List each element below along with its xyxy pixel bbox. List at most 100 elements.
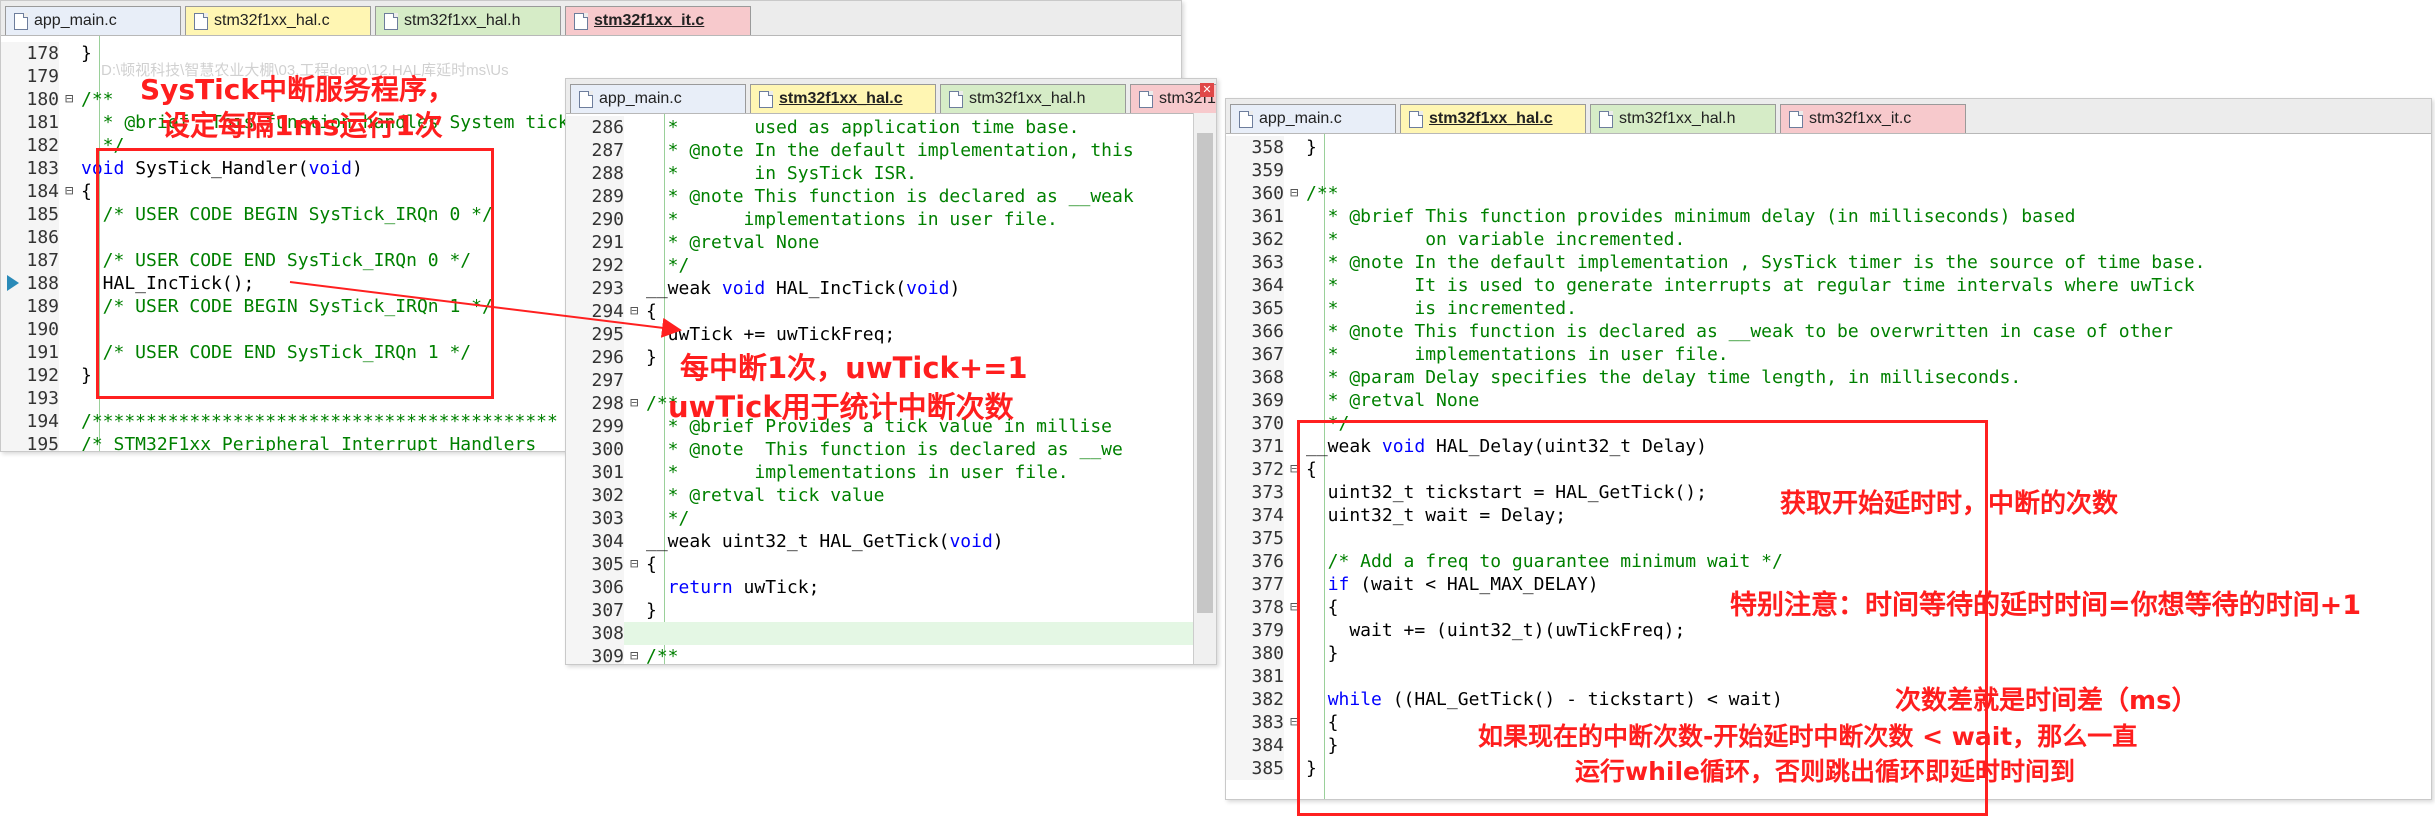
code-line[interactable]: 358}: [1226, 136, 2431, 159]
code-line[interactable]: 364 * It is used to generate interrupts …: [1226, 274, 2431, 297]
comment-token: /***************************************…: [81, 411, 558, 432]
code-line[interactable]: 293 __weak void HAL_IncTick(void): [566, 277, 1216, 300]
line-number: 189: [1, 295, 59, 318]
file-icon: [384, 12, 398, 30]
code-text: * implementations in user file.: [646, 461, 1069, 484]
code-line[interactable]: 309 ⊟/**: [566, 645, 1216, 665]
annotation-systick-title-2: 设定每隔1ms运行1次: [162, 109, 443, 142]
code-line[interactable]: 301 * implementations in user file.: [566, 461, 1216, 484]
file-icon: [1239, 110, 1253, 128]
line-number: 289: [566, 185, 624, 208]
code-text: }: [646, 346, 657, 369]
code-line[interactable]: 366 * @note This function is declared as…: [1226, 320, 2431, 343]
vertical-scrollbar[interactable]: [1193, 113, 1216, 664]
line-number: 375: [1226, 527, 1284, 550]
annotation-loop-desc-1: 如果现在的中断次数-开始延时中断次数 < wait，那么一直: [1478, 722, 2138, 751]
code-line[interactable]: 362 * on variable incremented.: [1226, 228, 2431, 251]
line-number: 298: [566, 392, 624, 415]
code-line[interactable]: 361 * @brief This function provides mini…: [1226, 205, 2431, 228]
line-number: 303: [566, 507, 624, 530]
code-line[interactable]: 359: [1226, 159, 2431, 182]
code-line[interactable]: 291 * @retval None: [566, 231, 1216, 254]
code-token: {: [646, 301, 657, 322]
code-line[interactable]: 300 * @note This function is declared as…: [566, 438, 1216, 461]
tab-stm32f1xx-hal-c[interactable]: stm32f1xx_hal.c: [185, 6, 371, 35]
tab-stm32f1xx-hal-h[interactable]: stm32f1xx_hal.h: [940, 84, 1126, 113]
fold-marker-icon[interactable]: ⊟: [630, 553, 644, 576]
code-token: }: [646, 600, 657, 621]
tab-stm32f1xx-hal-h[interactable]: stm32f1xx_hal.h: [375, 6, 561, 35]
line-number: 190: [1, 318, 59, 341]
code-line[interactable]: 287 * @note In the default implementatio…: [566, 139, 1216, 162]
comment-token: * It is used to generate interrupts at r…: [1306, 275, 2195, 296]
code-line[interactable]: 360 ⊟/**: [1226, 182, 2431, 205]
code-line[interactable]: 304 __weak uint32_t HAL_GetTick(void): [566, 530, 1216, 553]
annotation-get-start: 获取开始延时时，中断的次数: [1780, 489, 2119, 519]
line-number: 294: [566, 300, 624, 323]
code-line[interactable]: 295 uwTick += uwTickFreq;: [566, 323, 1216, 346]
annotation-each-irq: 每中断1次，uwTick+=1: [680, 351, 1028, 385]
fold-marker-icon[interactable]: ⊟: [630, 645, 644, 664]
line-number: 366: [1226, 320, 1284, 343]
line-number: 193: [1, 387, 59, 410]
line-number: 304: [566, 530, 624, 553]
close-icon[interactable]: ✕: [1200, 83, 1214, 97]
code-line[interactable]: 363 * @note In the default implementatio…: [1226, 251, 2431, 274]
code-text: {: [646, 300, 657, 323]
code-line[interactable]: 307}: [566, 599, 1216, 622]
code-line[interactable]: 367 * implementations in user file.: [1226, 343, 2431, 366]
code-line[interactable]: 368 * @param Delay specifies the delay t…: [1226, 366, 2431, 389]
tab-app-main-c[interactable]: app_main.c: [5, 6, 181, 35]
code-line[interactable]: 286 * used as application time base.: [566, 116, 1216, 139]
code-text: }: [646, 599, 657, 622]
comment-token: /**: [646, 646, 679, 665]
annotation-systick-title-1: SysTick中断服务程序，: [140, 73, 456, 106]
code-line[interactable]: 294 ⊟{: [566, 300, 1216, 323]
fold-marker-icon[interactable]: ⊟: [630, 300, 644, 323]
code-line[interactable]: 369 * @retval None: [1226, 389, 2431, 412]
code-line[interactable]: 288 * in SysTick ISR.: [566, 162, 1216, 185]
scrollbar-thumb[interactable]: [1197, 133, 1213, 613]
code-text: * on variable incremented.: [1306, 228, 1686, 251]
line-number: 296: [566, 346, 624, 369]
fold-marker-icon[interactable]: ⊟: [65, 180, 79, 203]
code-line[interactable]: 289 * @note This function is declared as…: [566, 185, 1216, 208]
code-line[interactable]: 292 */: [566, 254, 1216, 277]
line-number: 192: [1, 364, 59, 387]
fold-marker-icon[interactable]: ⊟: [1290, 182, 1304, 205]
tab-label: stm32f1xx_hal.c: [1429, 110, 1553, 127]
code-line[interactable]: 308: [566, 622, 1216, 645]
comment-token: * in SysTick ISR.: [646, 163, 917, 184]
code-line[interactable]: 303 */: [566, 507, 1216, 530]
code-text: }: [1306, 136, 1317, 159]
code-text: * implementations in user file.: [1306, 343, 1729, 366]
tab-label: stm32f1xx_it.c: [594, 12, 705, 29]
tab-app-main-c[interactable]: app_main.c: [1230, 104, 1396, 133]
code-line[interactable]: 365 * is incremented.: [1226, 297, 2431, 320]
tab-stm32f1xx-hal-c[interactable]: stm32f1xx_hal.c: [750, 84, 936, 113]
code-line[interactable]: 290 * implementations in user file.: [566, 208, 1216, 231]
code-text: * @note In the default implementation, t…: [646, 139, 1134, 162]
comment-token: * implementations in user file.: [1306, 344, 1729, 365]
keyword-token: void: [949, 531, 993, 552]
code-line[interactable]: 302 * @retval tick value: [566, 484, 1216, 507]
tab-stm32f1xx-it-c[interactable]: stm32f1xx_it.c: [565, 6, 751, 35]
code-text: uwTick += uwTickFreq;: [646, 323, 896, 346]
line-number: 301: [566, 461, 624, 484]
tab-label: stm32f1xx_hal.h: [969, 90, 1086, 107]
fold-marker-icon[interactable]: ⊟: [630, 392, 644, 415]
tab-app-main-c[interactable]: app_main.c: [570, 84, 746, 113]
tab-stm32f1xx-hal-h[interactable]: stm32f1xx_hal.h: [1590, 104, 1776, 133]
code-line[interactable]: 305 ⊟{: [566, 553, 1216, 576]
code-text: __weak void HAL_IncTick(void): [646, 277, 960, 300]
tab-stm32f1xx-it-c[interactable]: stm32f1xx_it.c: [1780, 104, 1966, 133]
code-token: {: [81, 181, 92, 202]
tab-stm32f1xx-hal-c[interactable]: stm32f1xx_hal.c: [1400, 104, 1586, 133]
code-text: return uwTick;: [646, 576, 820, 599]
code-line[interactable]: 306 return uwTick;: [566, 576, 1216, 599]
code-text: * implementations in user file.: [646, 208, 1058, 231]
comment-token: * @retval tick value: [646, 485, 885, 506]
comment-token: * implementations in user file.: [646, 209, 1058, 230]
fold-marker-icon[interactable]: ⊟: [65, 88, 79, 111]
line-number: 369: [1226, 389, 1284, 412]
